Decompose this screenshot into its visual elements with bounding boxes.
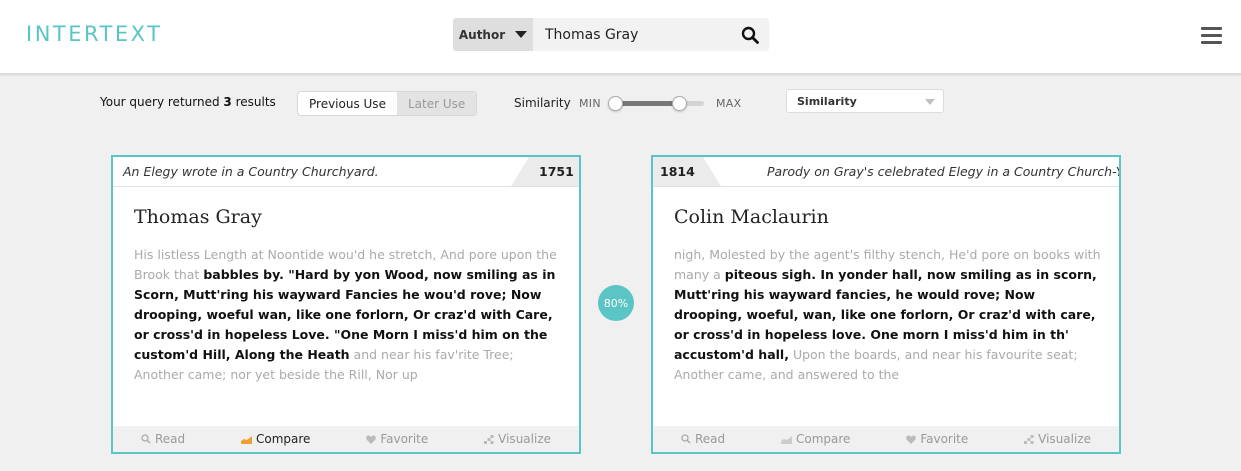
- search-icon: [141, 434, 151, 444]
- search-type-dropdown[interactable]: Author: [453, 18, 533, 51]
- card-year: 1814: [653, 157, 721, 186]
- sort-select[interactable]: Similarity: [786, 89, 944, 113]
- source-text-card: An Elegy wrote in a Country Churchyard. …: [111, 155, 581, 454]
- card-title[interactable]: Parody on Gray's celebrated Elegy in a C…: [767, 164, 1119, 179]
- card-year: 1751: [511, 157, 579, 186]
- scatter-icon: [1024, 434, 1034, 444]
- result-suffix: results: [235, 95, 276, 109]
- visualize-label: Visualize: [1038, 432, 1091, 446]
- search-bar: Author: [453, 18, 769, 51]
- read-label: Read: [154, 432, 186, 446]
- card-author[interactable]: Colin Maclaurin: [674, 206, 829, 228]
- scatter-icon: [484, 434, 494, 444]
- slider-max-handle[interactable]: [672, 96, 687, 111]
- card-passage: His listless Length at Noontide wou'd he…: [134, 245, 564, 385]
- similarity-label: Similarity: [514, 96, 571, 110]
- search-type-label: Author: [458, 27, 506, 42]
- card-passage: nigh, Molested by the agent's filthy ste…: [674, 245, 1104, 385]
- slider-min-handle[interactable]: [608, 96, 623, 111]
- compare-label: Compare: [255, 432, 311, 446]
- heart-icon: [366, 435, 377, 444]
- heart-icon: [906, 435, 917, 444]
- favorite-label: Favorite: [380, 432, 429, 446]
- card-actions: Read Compare Favorite Visualize: [113, 426, 579, 452]
- chart-icon: [240, 435, 252, 444]
- search-input[interactable]: [533, 18, 769, 51]
- result-prefix: Your query returned: [100, 95, 220, 109]
- app-logo[interactable]: INTERTEXT: [26, 22, 163, 46]
- favorite-label: Favorite: [920, 432, 969, 446]
- read-button[interactable]: Read: [141, 432, 185, 446]
- slider-max-label: MAX: [716, 97, 742, 110]
- card-actions: Read Compare Favorite Visualize: [653, 426, 1119, 452]
- result-count: 3: [223, 95, 232, 109]
- read-button[interactable]: Read: [681, 432, 725, 446]
- top-header: INTERTEXT Author: [0, 0, 1241, 75]
- search-icon: [681, 434, 691, 444]
- read-label: Read: [694, 432, 726, 446]
- caret-down-icon: [925, 99, 935, 105]
- visualize-button[interactable]: Visualize: [484, 432, 551, 446]
- card-header: An Elegy wrote in a Country Churchyard. …: [113, 157, 579, 187]
- visualize-label: Visualize: [498, 432, 551, 446]
- target-text-card: 1814 Parody on Gray's celebrated Elegy i…: [651, 155, 1121, 454]
- chart-icon: [780, 435, 792, 444]
- compare-label: Compare: [795, 432, 851, 446]
- favorite-button[interactable]: Favorite: [366, 432, 428, 446]
- visualize-button[interactable]: Visualize: [1024, 432, 1091, 446]
- use-direction-toggle: Previous Use Later Use: [297, 91, 478, 116]
- result-count-text: Your query returned 3 results: [100, 95, 276, 109]
- card-author[interactable]: Thomas Gray: [134, 206, 262, 228]
- similarity-score-badge: 80%: [598, 285, 634, 321]
- card-title[interactable]: An Elegy wrote in a Country Churchyard.: [123, 164, 379, 179]
- sort-select-value: Similarity: [797, 95, 857, 108]
- compare-button[interactable]: Compare: [780, 432, 851, 446]
- similarity-slider[interactable]: [608, 96, 704, 111]
- card-header: 1814 Parody on Gray's celebrated Elegy i…: [653, 157, 1119, 187]
- slider-min-label: MIN: [579, 97, 601, 110]
- toggle-later-use[interactable]: Later Use: [396, 92, 477, 115]
- toggle-previous-use[interactable]: Previous Use: [298, 92, 397, 115]
- compare-button[interactable]: Compare: [240, 432, 311, 446]
- favorite-button[interactable]: Favorite: [906, 432, 968, 446]
- caret-down-icon: [515, 31, 528, 38]
- hamburger-menu-icon[interactable]: [1201, 27, 1222, 44]
- search-icon[interactable]: [741, 26, 759, 44]
